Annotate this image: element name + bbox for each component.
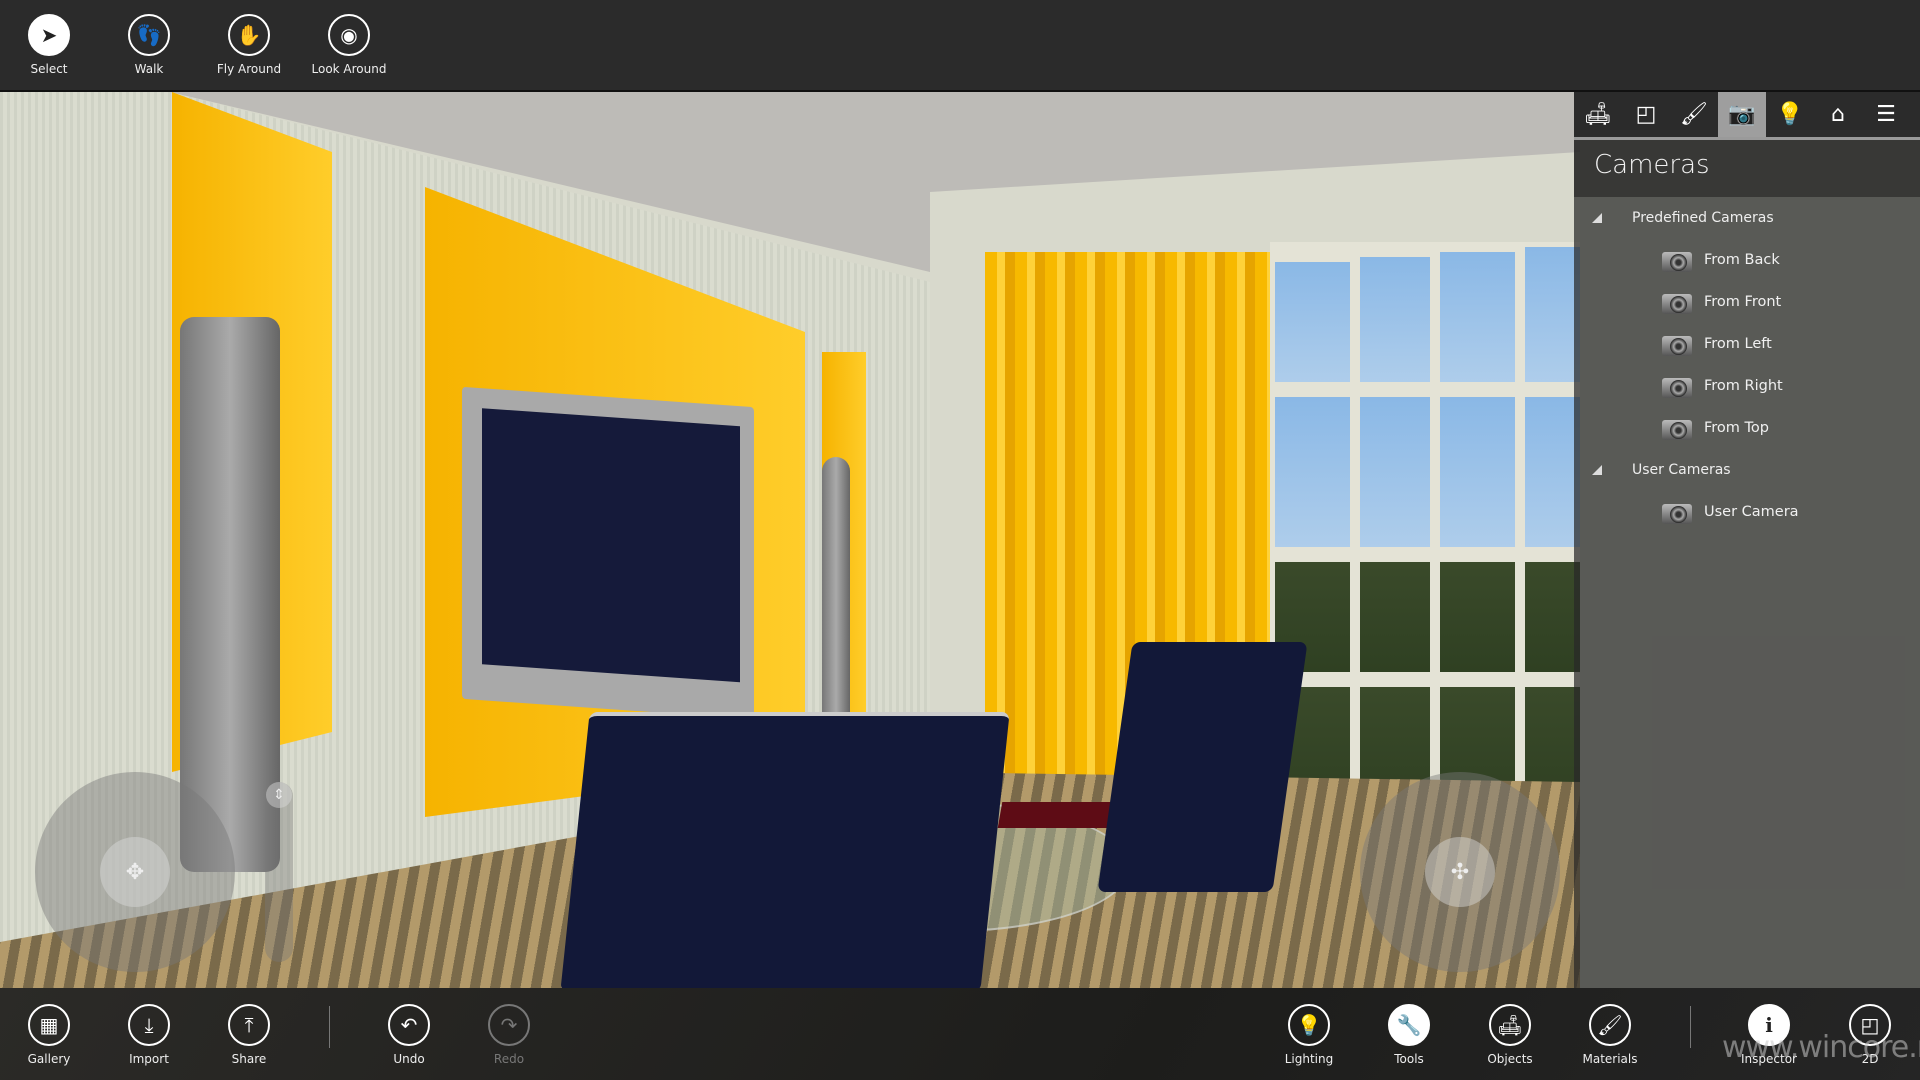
undo-button[interactable]: ↶ Undo (359, 1004, 459, 1066)
item-label: From Front (1704, 294, 1782, 310)
import-label: Import (129, 1052, 169, 1066)
cameras-panel: 🛋 ◰ 🖌 📷 💡 ⌂ ☰ Cameras Predefined Cameras… (1574, 92, 1920, 988)
tab-lighting[interactable]: 💡 (1766, 92, 1814, 137)
group-predefined-cameras[interactable]: Predefined Cameras (1574, 197, 1920, 239)
eye-icon: ◉ (328, 14, 370, 56)
camera-icon (1660, 414, 1692, 442)
sofa-icon: 🛋 (1584, 102, 1612, 127)
armchair-right (1097, 642, 1308, 892)
camera-icon (1660, 498, 1692, 526)
objects-label: Objects (1487, 1052, 1533, 1066)
hand-icon: ✋ (228, 14, 270, 56)
fly-around-button[interactable]: ✋ Fly Around (199, 14, 299, 76)
divider (329, 1006, 330, 1048)
group-label: Predefined Cameras (1632, 210, 1774, 226)
lighting-icon: 💡 (1288, 1004, 1330, 1046)
brush-icon: 🖌 (1589, 1004, 1631, 1046)
redo-button[interactable]: ↷ Redo (459, 1004, 559, 1066)
tab-objects[interactable]: 🛋 (1574, 92, 1622, 137)
share-icon: ⤒ (228, 1004, 270, 1046)
move-arrows-icon: ✥ (100, 837, 170, 907)
tools-button[interactable]: 🔧 Tools (1359, 1004, 1459, 1066)
tab-home[interactable]: ⌂ (1814, 92, 1862, 137)
item-label: User Camera (1704, 504, 1799, 520)
share-label: Share (231, 1052, 267, 1066)
camera-icon: 📷 (1728, 102, 1756, 127)
tab-cameras[interactable]: 📷 (1718, 92, 1766, 137)
walk-mode-button[interactable]: 👣 Walk (99, 14, 199, 76)
item-label: From Top (1704, 420, 1770, 436)
home-icon: ⌂ (1831, 102, 1845, 127)
camera-item-from-right[interactable]: From Right (1574, 365, 1920, 407)
divider (1690, 1006, 1691, 1048)
watermark: www.wincore.ru (1722, 1030, 1920, 1065)
footprints-icon: 👣 (128, 14, 170, 56)
tools-label: Tools (1394, 1052, 1424, 1066)
panel-tabs: 🛋 ◰ 🖌 📷 💡 ⌂ ☰ (1574, 92, 1920, 140)
expand-triangle-icon (1592, 465, 1602, 475)
item-label: From Left (1704, 336, 1772, 352)
lighting-label: Lighting (1284, 1052, 1334, 1066)
gallery-label: Gallery (27, 1052, 71, 1066)
list-icon: ☰ (1876, 102, 1896, 127)
move-joystick[interactable]: ✥ (35, 772, 235, 972)
fly-around-label: Fly Around (216, 62, 282, 76)
share-button[interactable]: ⤒ Share (199, 1004, 299, 1066)
item-label: From Right (1704, 378, 1783, 394)
height-slider[interactable]: ⇕ (265, 782, 293, 962)
armchair-icon: 🛋 (1489, 1004, 1531, 1046)
bottom-app-bar: ▦ Gallery ⤓ Import ⤒ Share ↶ Undo ↷ Redo 💡 Lig… (0, 988, 1920, 1080)
rotate-icon: ✣ (1425, 837, 1495, 907)
camera-icon (1660, 246, 1692, 274)
camera-icon (1660, 288, 1692, 316)
camera-item-from-back[interactable]: From Back (1574, 239, 1920, 281)
camera-tree: Predefined Cameras From Back From Front … (1574, 197, 1920, 533)
lighting-button[interactable]: 💡 Lighting (1259, 1004, 1359, 1066)
expand-triangle-icon (1592, 213, 1602, 223)
armchair-front (560, 712, 1010, 988)
rotate-joystick[interactable]: ✣ (1360, 772, 1560, 972)
look-around-button[interactable]: ◉ Look Around (299, 14, 399, 76)
tab-list[interactable]: ☰ (1862, 92, 1910, 137)
item-label: From Back (1704, 252, 1780, 268)
materials-button[interactable]: 🖌 Materials (1560, 1004, 1660, 1066)
redo-label: Redo (493, 1052, 525, 1066)
gallery-button[interactable]: ▦ Gallery (0, 1004, 99, 1066)
select-mode-button[interactable]: ➤ Select (0, 14, 99, 76)
camera-item-from-front[interactable]: From Front (1574, 281, 1920, 323)
wrench-icon: 🔧 (1388, 1004, 1430, 1046)
select-label: Select (30, 62, 68, 76)
television (462, 386, 754, 720)
import-button[interactable]: ⤓ Import (99, 1004, 199, 1066)
group-user-cameras[interactable]: User Cameras (1574, 449, 1920, 491)
look-around-label: Look Around (311, 62, 387, 76)
materials-label: Materials (1582, 1052, 1638, 1066)
redo-icon: ↷ (488, 1004, 530, 1046)
slider-handle-icon[interactable]: ⇕ (266, 782, 292, 808)
top-toolbar: ➤ Select 👣 Walk ✋ Fly Around ◉ Look Arou… (0, 0, 1920, 92)
camera-icon (1660, 372, 1692, 400)
import-icon: ⤓ (128, 1004, 170, 1046)
camera-item-from-top[interactable]: From Top (1574, 407, 1920, 449)
tab-floorplan[interactable]: ◰ (1622, 92, 1670, 137)
speaker-left (180, 317, 280, 872)
brush-icon: 🖌 (1680, 102, 1708, 127)
walk-label: Walk (134, 62, 164, 76)
undo-icon: ↶ (388, 1004, 430, 1046)
panel-title: Cameras (1594, 150, 1710, 180)
objects-button[interactable]: 🛋 Objects (1460, 1004, 1560, 1066)
undo-label: Undo (393, 1052, 425, 1066)
floorplan-icon: ◰ (1635, 102, 1657, 127)
lightbulb-icon: 💡 (1776, 102, 1804, 127)
camera-item-user-camera[interactable]: User Camera (1574, 491, 1920, 533)
gallery-icon: ▦ (28, 1004, 70, 1046)
group-label: User Cameras (1632, 462, 1731, 478)
cursor-arrow-icon: ➤ (28, 14, 70, 56)
tab-materials[interactable]: 🖌 (1670, 92, 1718, 137)
camera-item-from-left[interactable]: From Left (1574, 323, 1920, 365)
window (1270, 242, 1580, 842)
camera-icon (1660, 330, 1692, 358)
